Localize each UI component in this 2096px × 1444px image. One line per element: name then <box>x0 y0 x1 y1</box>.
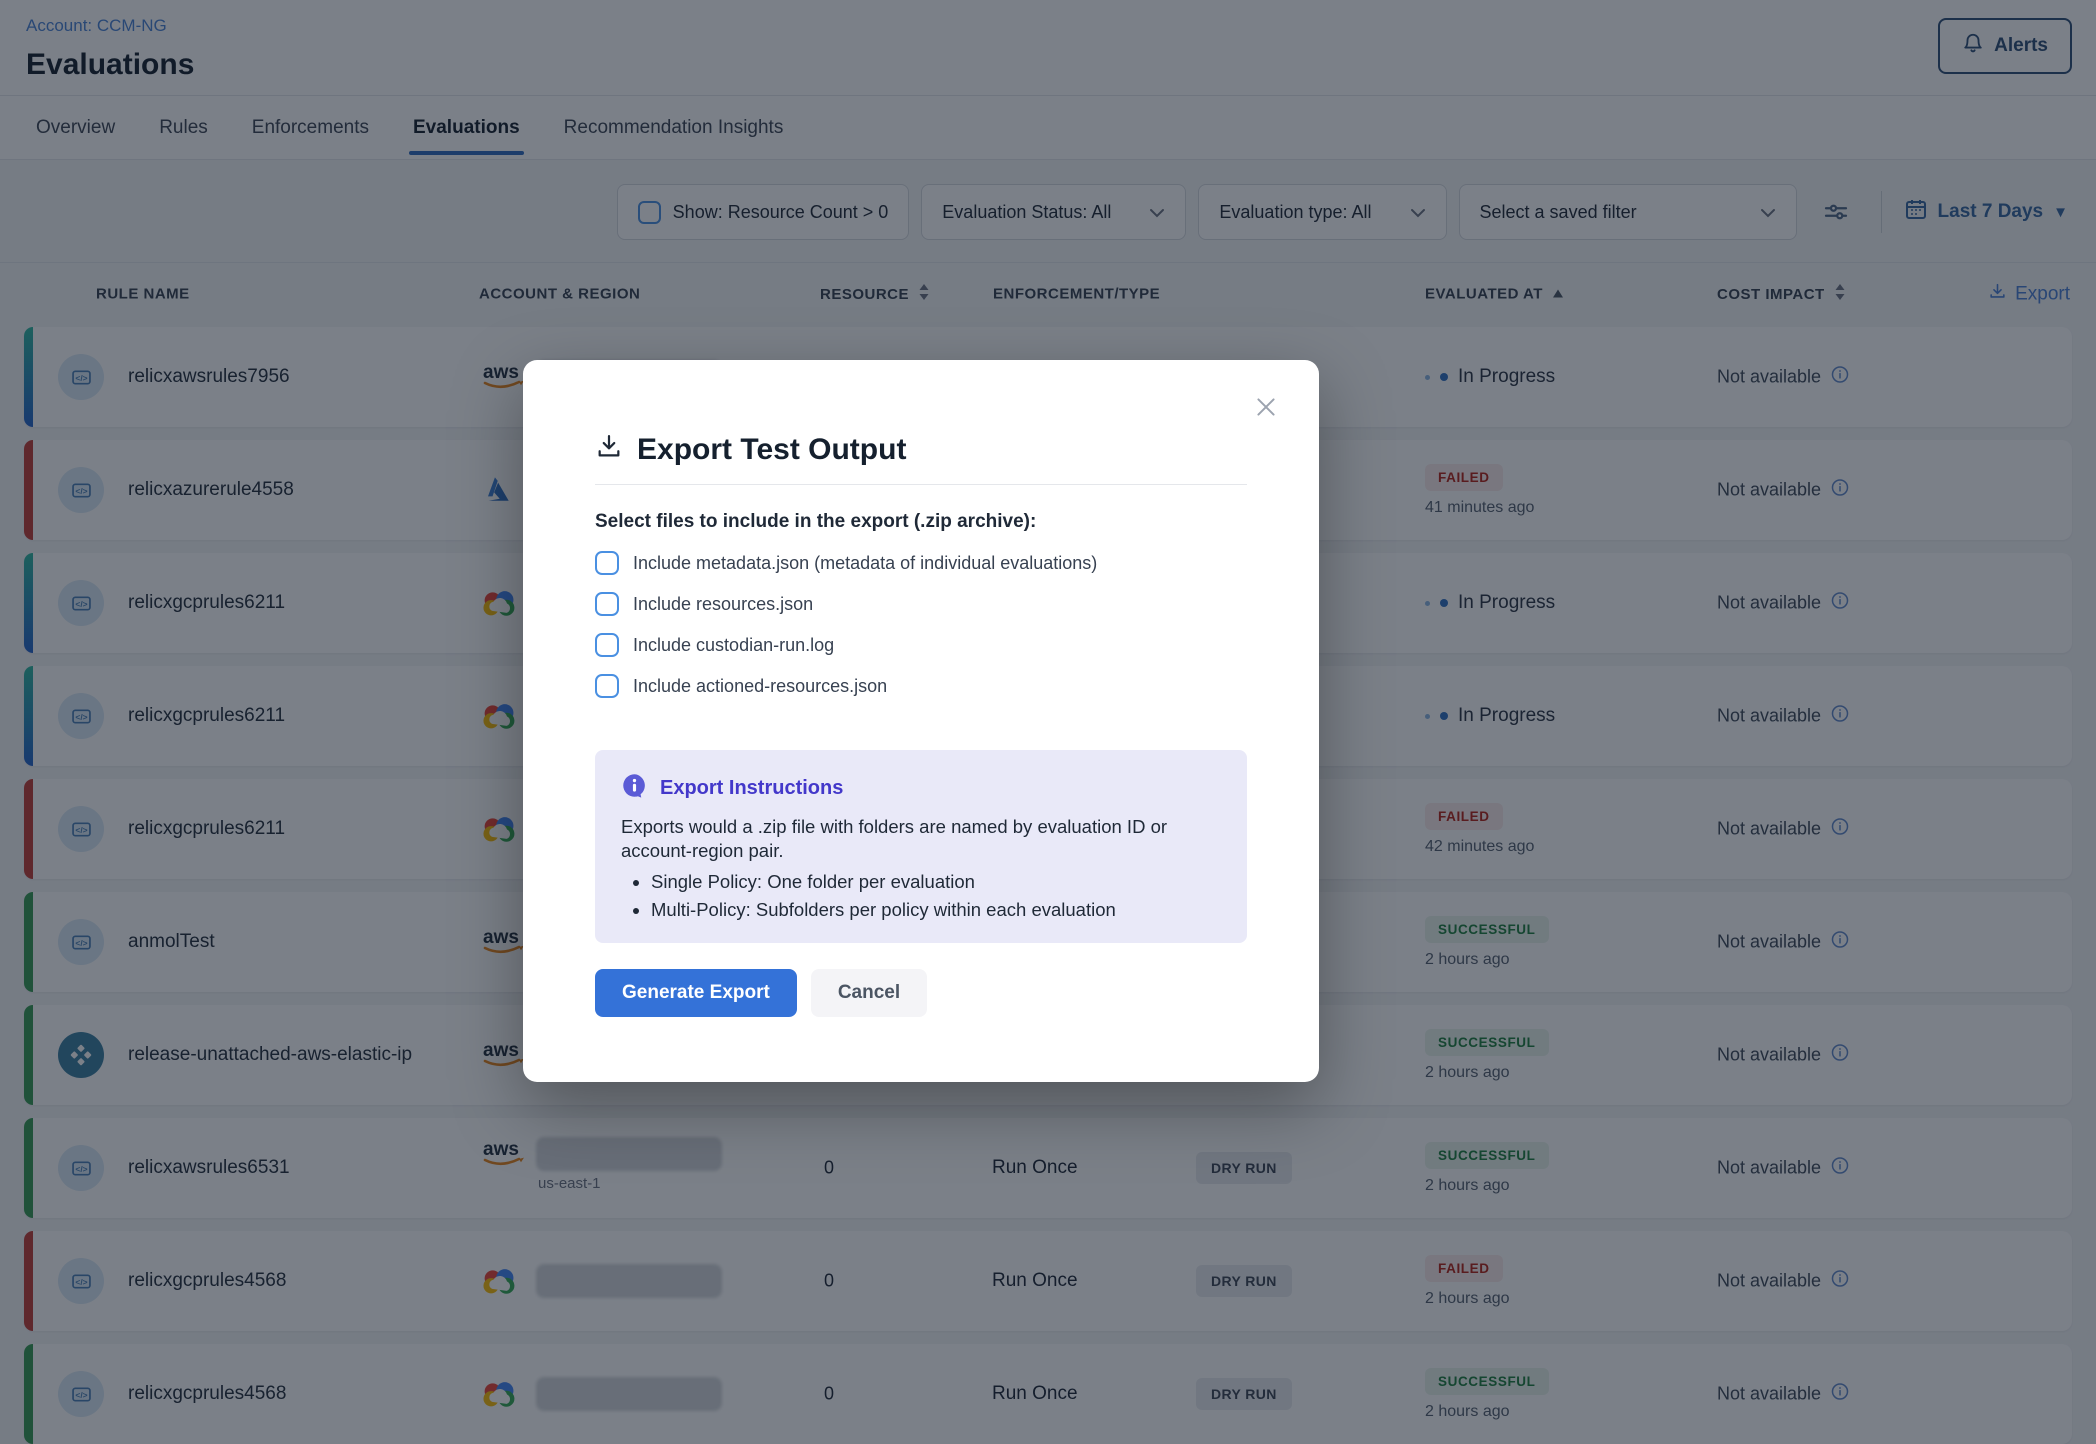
option-label: Include custodian-run.log <box>633 635 834 656</box>
cancel-button[interactable]: Cancel <box>811 969 927 1017</box>
export-option: Include custodian-run.log <box>595 633 1247 657</box>
select-files-label: Select files to include in the export (.… <box>595 511 1247 533</box>
divider <box>595 484 1247 485</box>
export-option: Include metadata.json (metadata of indiv… <box>595 551 1247 575</box>
instructions-bullets: Single Policy: One folder per evaluation… <box>651 868 1221 924</box>
modal-title-row: Export Test Output <box>595 360 1247 468</box>
instruction-bullet: Single Policy: One folder per evaluation <box>651 868 1221 896</box>
download-icon <box>595 432 623 468</box>
option-label: Include metadata.json (metadata of indiv… <box>633 553 1097 574</box>
option-checkbox[interactable] <box>595 551 619 575</box>
instruction-bullet: Multi-Policy: Subfolders per policy with… <box>651 896 1221 924</box>
export-option: Include resources.json <box>595 592 1247 616</box>
option-checkbox[interactable] <box>595 633 619 657</box>
option-checkbox[interactable] <box>595 674 619 698</box>
instructions-title: Export Instructions <box>660 777 843 800</box>
evaluations-page: Account: CCM-NG Evaluations Alerts Overv… <box>0 0 2096 1444</box>
export-options: Include metadata.json (metadata of indiv… <box>595 551 1247 698</box>
option-label: Include actioned-resources.json <box>633 676 887 697</box>
modal-title: Export Test Output <box>637 433 906 467</box>
instructions-body: Exports would a .zip file with folders a… <box>621 815 1221 864</box>
option-label: Include resources.json <box>633 594 813 615</box>
export-instructions-box: Export Instructions Exports would a .zip… <box>595 750 1247 943</box>
modal-buttons: Generate Export Cancel <box>595 969 1247 1017</box>
info-icon <box>621 772 648 805</box>
export-modal: Export Test Output Select files to inclu… <box>523 360 1319 1082</box>
export-option: Include actioned-resources.json <box>595 674 1247 698</box>
generate-export-button[interactable]: Generate Export <box>595 969 797 1017</box>
info-head: Export Instructions <box>621 772 1221 805</box>
option-checkbox[interactable] <box>595 592 619 616</box>
close-icon[interactable] <box>1253 394 1279 420</box>
